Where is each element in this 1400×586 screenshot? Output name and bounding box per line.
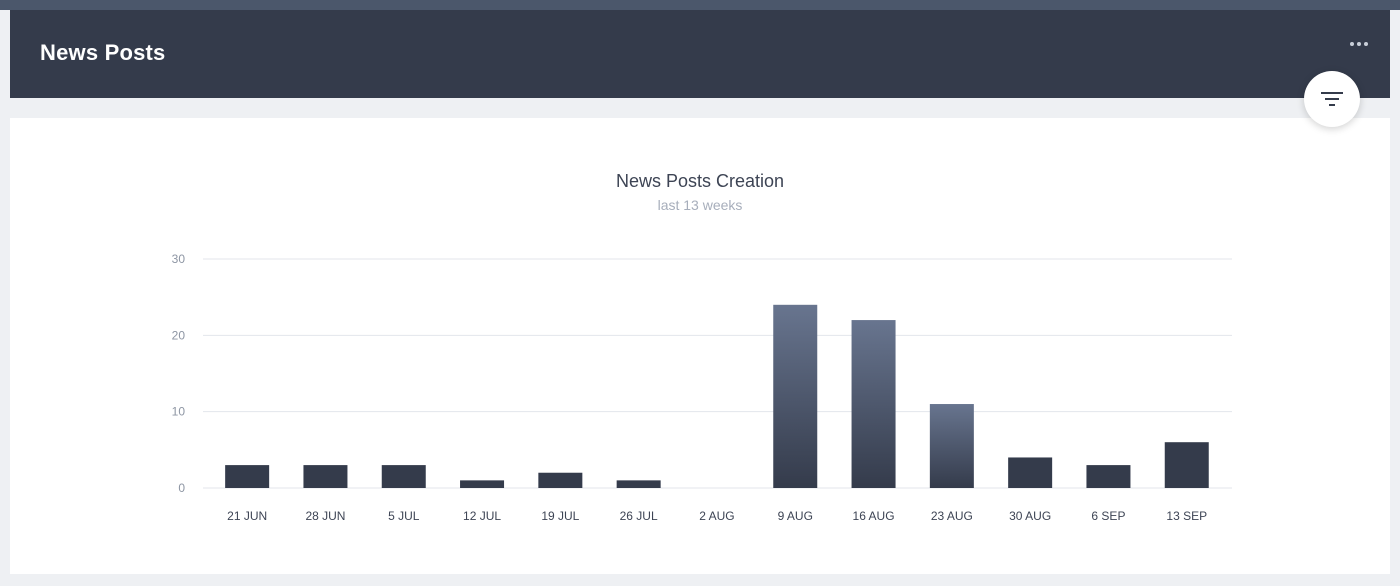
x-tick-label: 12 JUL (463, 509, 501, 523)
bar-19-jul[interactable] (538, 472, 583, 488)
bar-chart: 0 10 20 30 21 JUN 28 JUN 5 JUL 12 JUL 19 JUL 26 J… (172, 252, 1232, 523)
x-tick-label: 16 AUG (853, 509, 895, 523)
bar-6-sep[interactable] (1086, 465, 1131, 488)
x-tick-label: 26 JUL (620, 509, 658, 523)
x-tick-label: 13 SEP (1166, 509, 1207, 523)
bar-26-jul[interactable] (616, 480, 661, 488)
x-tick-label: 28 JUN (305, 509, 345, 523)
y-tick-label: 10 (172, 405, 186, 419)
bar-21-jun[interactable] (225, 465, 270, 488)
x-tick-label: 23 AUG (931, 509, 973, 523)
x-tick-label: 2 AUG (699, 509, 734, 523)
bar-23-aug[interactable] (929, 404, 974, 488)
y-tick-label: 0 (178, 481, 185, 495)
bar-9-aug[interactable] (773, 304, 818, 488)
bar-30-aug[interactable] (1008, 457, 1053, 488)
bar-12-jul[interactable] (460, 480, 505, 488)
x-tick-label: 9 AUG (778, 509, 813, 523)
y-tick-label: 20 (172, 328, 186, 342)
x-tick-label: 21 JUN (227, 509, 267, 523)
filter-icon (1321, 92, 1343, 106)
x-tick-label: 6 SEP (1091, 509, 1125, 523)
bar-28-jun[interactable] (303, 465, 348, 488)
x-tick-label: 30 AUG (1009, 509, 1051, 523)
x-tick-label: 5 JUL (388, 509, 420, 523)
filter-button[interactable] (1304, 71, 1360, 127)
x-tick-label: 19 JUL (541, 509, 579, 523)
bar-5-jul[interactable] (381, 465, 426, 488)
bar-13-sep[interactable] (1164, 442, 1209, 488)
y-tick-label: 30 (172, 252, 186, 266)
bar-16-aug[interactable] (851, 320, 896, 488)
